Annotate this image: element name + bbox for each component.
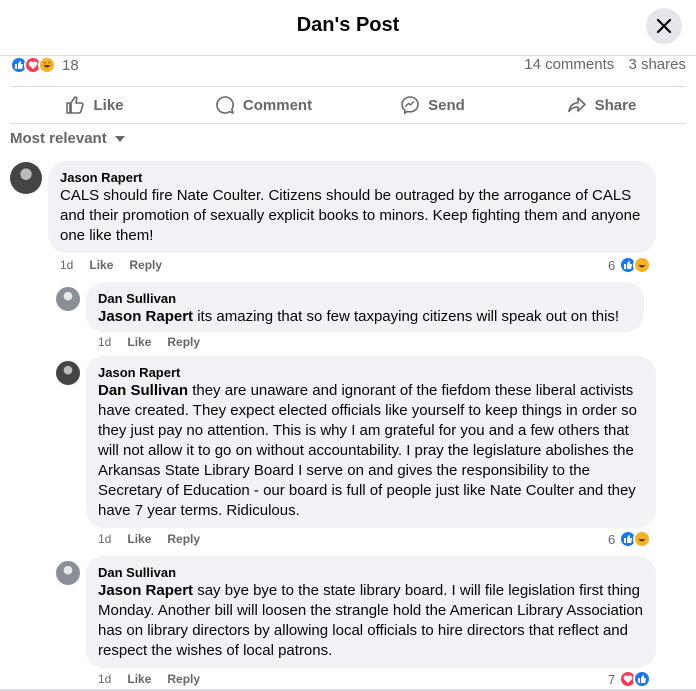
comment-like-link[interactable]: Like	[127, 672, 151, 686]
share-button-label: Share	[594, 96, 637, 114]
post-action-bar: Like Comment Send Share	[10, 86, 686, 124]
comment-mention[interactable]: Dan Sullivan	[98, 382, 188, 399]
comment-reaction-count: 6	[608, 257, 616, 273]
comment-reaction-count: 6	[608, 531, 616, 547]
comment-text-wrapper: Dan Sullivan they are unaware and ignora…	[98, 381, 644, 521]
comment-reactions[interactable]: 7	[608, 670, 652, 688]
avatar[interactable]	[10, 162, 42, 194]
comment-meta: 1d Like Reply	[60, 258, 162, 272]
comment-mention[interactable]: Jason Rapert	[98, 582, 193, 599]
comment-reply-link[interactable]: Reply	[129, 258, 162, 272]
post-dialog-header: Dan's Post	[0, 0, 696, 56]
haha-reaction-icon	[633, 530, 652, 548]
comment-author[interactable]: Dan Sullivan	[98, 290, 632, 307]
close-button[interactable]	[646, 8, 682, 44]
comment-bubble: Jason Rapert CALS should fire Nate Coult…	[48, 161, 656, 253]
send-button[interactable]: Send	[348, 87, 517, 123]
comment-like-link[interactable]: Like	[89, 258, 113, 272]
haha-reaction-icon	[633, 256, 652, 274]
like-reaction-icon	[633, 670, 652, 688]
comment-bubble: Jason Rapert Dan Sullivan they are unawa…	[86, 356, 656, 528]
like-button[interactable]: Like	[10, 87, 179, 123]
comment-text: CALS should fire Nate Coulter. Citizens …	[60, 187, 641, 244]
comment-sort-dropdown[interactable]: Most relevant	[10, 130, 125, 147]
comment-bubble: Dan Sullivan Jason Rapert say bye bye to…	[86, 556, 656, 668]
comment-meta: 1d Like Reply	[98, 672, 200, 686]
like-button-label: Like	[93, 96, 124, 114]
comment-text-wrapper: Jason Rapert say bye bye to the state li…	[98, 581, 644, 661]
messenger-icon	[401, 96, 419, 115]
comment-author[interactable]: Jason Rapert	[60, 169, 644, 186]
comment-reaction-count: 7	[608, 671, 616, 687]
avatar[interactable]	[56, 287, 80, 311]
comment-text-wrapper: Jason Rapert its amazing that so few tax…	[98, 307, 632, 327]
reaction-summary[interactable]: 18	[10, 56, 79, 74]
avatar[interactable]	[56, 361, 80, 385]
comment-author[interactable]: Dan Sullivan	[98, 564, 644, 581]
close-icon	[656, 18, 672, 34]
thumbs-up-icon	[66, 96, 85, 114]
comment-reply-link[interactable]: Reply	[167, 335, 200, 349]
comments-count-link[interactable]: 14 comments	[524, 56, 614, 73]
speech-bubble-icon	[216, 96, 234, 114]
comment-like-link[interactable]: Like	[127, 335, 151, 349]
post-stats: 18 14 comments 3 shares	[10, 56, 686, 78]
comment-button[interactable]: Comment	[179, 87, 348, 123]
comment-like-link[interactable]: Like	[127, 532, 151, 546]
comment-timestamp[interactable]: 1d	[60, 258, 73, 272]
caret-down-icon	[114, 135, 125, 142]
comment-bubble: Dan Sullivan Jason Rapert its amazing th…	[86, 282, 644, 332]
comment-timestamp[interactable]: 1d	[98, 672, 111, 686]
comment-timestamp[interactable]: 1d	[98, 335, 111, 349]
comment-meta: 1d Like Reply	[98, 532, 200, 546]
comment-author[interactable]: Jason Rapert	[98, 364, 644, 381]
comment-meta: 1d Like Reply	[98, 335, 200, 349]
comment-reply-link[interactable]: Reply	[167, 532, 200, 546]
comment-reactions[interactable]: 6	[608, 530, 652, 548]
comment-text: its amazing that so few taxpaying citize…	[197, 308, 620, 325]
share-button[interactable]: Share	[517, 87, 686, 123]
avatar[interactable]	[56, 561, 80, 585]
shares-count-link[interactable]: 3 shares	[628, 56, 686, 73]
haha-reaction-icon	[38, 56, 56, 74]
comment-reply-link[interactable]: Reply	[167, 672, 200, 686]
reaction-count: 18	[62, 56, 79, 74]
dialog-title: Dan's Post	[296, 14, 400, 36]
comment-timestamp[interactable]: 1d	[98, 532, 111, 546]
comment-button-label: Comment	[242, 96, 313, 114]
comment-text: they are unaware and ignorant of the fie…	[98, 382, 637, 519]
comment-mention[interactable]: Jason Rapert	[98, 308, 193, 325]
sort-label: Most relevant	[10, 130, 107, 147]
share-arrow-icon	[567, 97, 586, 113]
send-button-label: Send	[428, 96, 465, 114]
comment-reactions[interactable]: 6	[608, 256, 652, 274]
